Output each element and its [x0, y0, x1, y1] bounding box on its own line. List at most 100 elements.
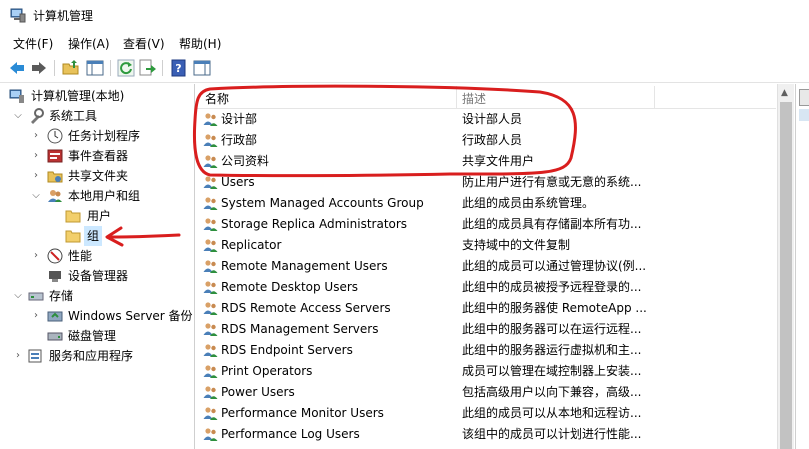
tree-item-label: 计算机管理(本地) [31, 89, 125, 103]
scroll-up-icon[interactable]: ▲ [781, 88, 788, 98]
group-icon [203, 260, 218, 273]
shared-folder-icon [47, 171, 63, 183]
group-icon [203, 197, 218, 210]
group-description: 此组中的成员被授予远程登录的... [462, 280, 642, 294]
menu-help[interactable]: 帮助(H) [179, 35, 221, 52]
tree-item-groups[interactable]: 组 [0, 226, 194, 246]
table-row[interactable]: Performance Monitor Users 此组的成员可以从本地和远程访.… [196, 403, 776, 424]
table-row[interactable]: 公司资料 共享文件用户 [196, 151, 776, 172]
export-list-icon[interactable] [139, 59, 157, 77]
chevron-down-icon[interactable]: ⌵ [30, 186, 42, 206]
chevron-right-icon[interactable]: › [30, 146, 42, 166]
help-icon[interactable]: ? [170, 59, 188, 77]
tree-item-label: 事件查看器 [68, 149, 129, 163]
tree-item-label: 用户 [87, 209, 112, 223]
table-row[interactable]: Remote Management Users 此组的成员可以通过管理协议(例..… [196, 256, 776, 277]
computer-management-icon [10, 8, 26, 23]
back-arrow-icon[interactable] [8, 59, 26, 77]
group-name: Print Operators [221, 364, 313, 378]
group-description: 共享文件用户 [462, 154, 535, 168]
group-description: 行政部人员 [462, 133, 523, 147]
chevron-right-icon[interactable]: › [30, 166, 42, 186]
backup-icon [47, 311, 63, 322]
computer-management-icon [9, 89, 24, 103]
device-manager-icon [49, 271, 61, 282]
group-icon [203, 218, 218, 231]
group-icon [203, 407, 218, 420]
tree-item-storage[interactable]: ⌵ 存储 [0, 286, 194, 306]
table-row[interactable]: RDS Remote Access Servers 此组中的服务器使 Remote… [196, 298, 776, 319]
vertical-scrollbar[interactable]: ▲ [777, 84, 794, 449]
group-name: Replicator [221, 238, 282, 252]
table-row[interactable]: 行政部 行政部人员 [196, 130, 776, 151]
properties-view-icon[interactable] [193, 59, 211, 77]
forward-arrow-icon[interactable] [30, 59, 48, 77]
tree-item-label: 服务和应用程序 [49, 349, 134, 363]
table-row[interactable]: Users 防止用户进行有意或无意的系统... [196, 172, 776, 193]
table-row[interactable]: Performance Log Users 该组中的成员可以计划进行性能... [196, 424, 776, 445]
clock-icon [47, 128, 63, 144]
tree-item-shared-folders[interactable]: › 共享文件夹 [0, 166, 194, 186]
table-row[interactable]: System Managed Accounts Group 此组的成员由系统管理。 [196, 193, 776, 214]
toolbar-separator [162, 60, 163, 76]
table-row[interactable]: RDS Management Servers 此组中的服务器可以在运行远程... [196, 319, 776, 340]
tree-item-task-scheduler[interactable]: › 任务计划程序 [0, 126, 194, 146]
navigation-tree: 计算机管理(本地) ⌵ 系统工具 › 任务计划程序 › 事件查看器 › 共享文件… [0, 84, 195, 449]
tree-item-label: 任务计划程序 [68, 129, 141, 143]
menu-file[interactable]: 文件(F) [13, 35, 53, 52]
menu-bar: 文件(F) 操作(A) 查看(V) 帮助(H) [0, 32, 809, 54]
table-row[interactable]: Replicator 支持域中的文件复制 [196, 235, 776, 256]
tree-item-windows-server-backup[interactable]: › Windows Server 备份 [0, 306, 194, 326]
group-description: 此组中的服务器可以在运行远程... [462, 322, 642, 336]
chevron-right-icon[interactable]: › [30, 246, 42, 266]
tree-item-event-viewer[interactable]: › 事件查看器 [0, 146, 194, 166]
table-row[interactable]: Power Users 包括高级用户以向下兼容，高级... [196, 382, 776, 403]
svg-text:?: ? [175, 62, 181, 75]
tree-item-label: 组 [84, 226, 103, 246]
group-description: 此组的成员具有存储副本所有功... [462, 217, 642, 231]
group-name: RDS Remote Access Servers [221, 301, 391, 315]
tree-item-services-apps[interactable]: › 服务和应用程序 [0, 346, 194, 366]
chevron-right-icon[interactable]: › [30, 306, 42, 326]
chevron-down-icon[interactable]: ⌵ [12, 106, 24, 126]
table-row[interactable]: Remote Desktop Users 此组中的成员被授予远程登录的... [196, 277, 776, 298]
menu-view[interactable]: 查看(V) [123, 35, 165, 52]
title-bar: 计算机管理 [0, 0, 809, 30]
group-name: RDS Management Servers [221, 322, 379, 336]
table-row[interactable]: 设计部 设计部人员 [196, 109, 776, 130]
list-header: 名称 描述 [196, 86, 776, 109]
group-description: 包括高级用户以向下兼容，高级... [462, 385, 642, 399]
tree-item-computer-management[interactable]: 计算机管理(本地) [0, 86, 194, 106]
menu-action[interactable]: 操作(A) [68, 35, 110, 52]
action-pane [795, 84, 809, 449]
tree-item-system-tools[interactable]: ⌵ 系统工具 [0, 106, 194, 126]
column-header-description[interactable]: 描述 [462, 90, 486, 107]
chevron-right-icon[interactable]: › [12, 346, 24, 366]
table-row[interactable]: Storage Replica Administrators 此组的成员具有存储副… [196, 214, 776, 235]
table-row[interactable]: RDS Endpoint Servers 此组中的服务器运行虚拟机和主... [196, 340, 776, 361]
tree-item-label: 设备管理器 [68, 269, 129, 283]
tree-item-label: 性能 [68, 249, 93, 263]
table-row[interactable]: Print Operators 成员可以管理在域控制器上安装... [196, 361, 776, 382]
tree-item-label: 共享文件夹 [68, 169, 129, 183]
column-header-name[interactable]: 名称 [205, 90, 229, 107]
action-pane-item[interactable] [799, 109, 809, 121]
up-folder-icon[interactable] [62, 59, 80, 77]
tree-item-disk-management[interactable]: 磁盘管理 [0, 326, 194, 346]
groups-list: 名称 描述 设计部 设计部人员 行政部 行政部人员 公司资料 共享文件用户 Users 防止用… [196, 84, 776, 449]
column-divider[interactable] [654, 86, 655, 108]
chevron-right-icon[interactable]: › [30, 126, 42, 146]
event-viewer-icon [47, 149, 63, 163]
tree-item-local-users-groups[interactable]: ⌵ 本地用户和组 [0, 186, 194, 206]
scrollbar-thumb[interactable] [780, 102, 792, 449]
group-name: Users [221, 175, 255, 189]
tree-item-performance[interactable]: › 性能 [0, 246, 194, 266]
action-pane-tab[interactable] [799, 89, 809, 106]
show-hide-tree-icon[interactable] [86, 59, 104, 77]
column-divider[interactable] [456, 86, 457, 108]
refresh-icon[interactable] [117, 59, 135, 77]
chevron-down-icon[interactable]: ⌵ [12, 286, 24, 306]
group-description: 此组的成员由系统管理。 [462, 196, 595, 210]
tree-item-device-manager[interactable]: 设备管理器 [0, 266, 194, 286]
tree-item-users[interactable]: 用户 [0, 206, 194, 226]
